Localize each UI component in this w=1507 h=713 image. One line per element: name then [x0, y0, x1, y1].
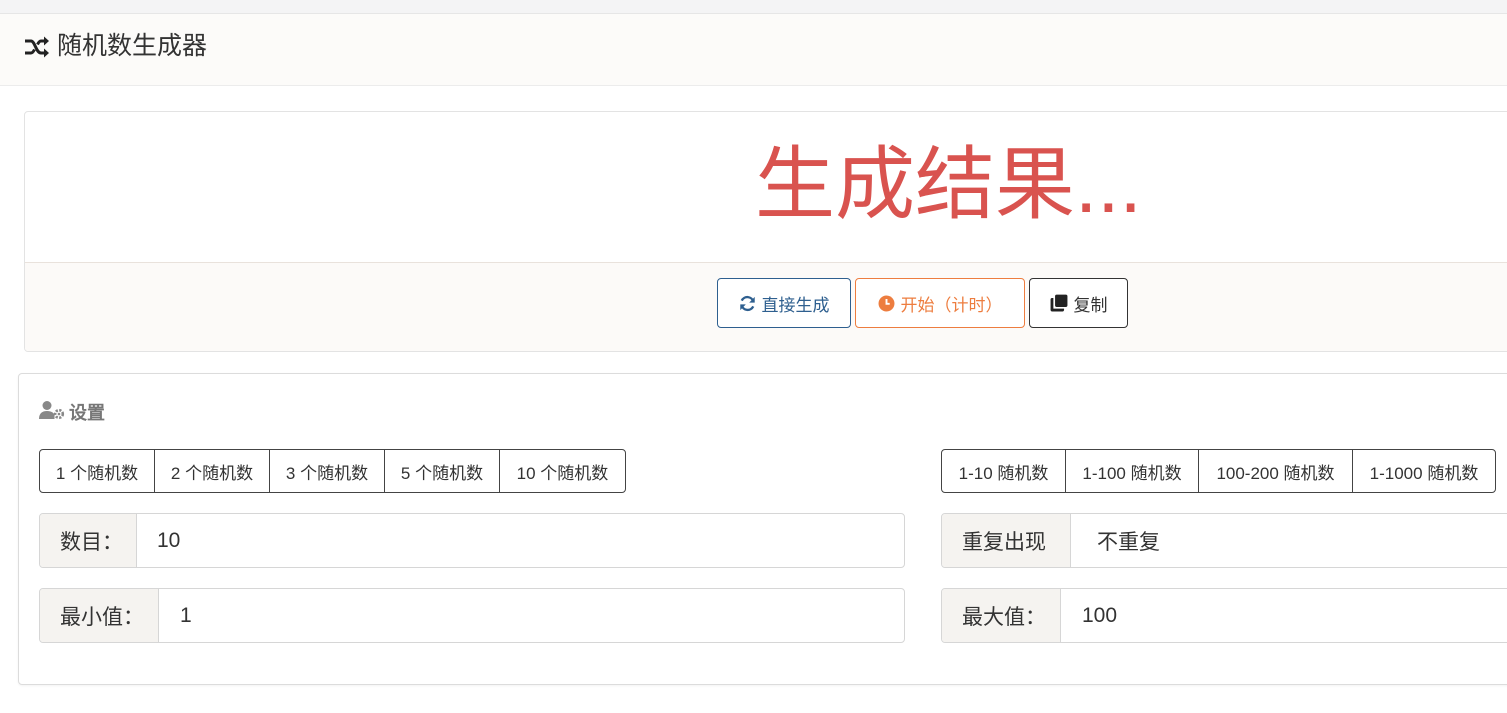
action-bar: 直接生成 开始（计时） 复制	[25, 262, 1507, 351]
range-preset-group: 1-10 随机数 1-100 随机数 100-200 随机数 1-1000 随机…	[941, 449, 1496, 493]
preset-range-1-1000-button[interactable]: 1-1000 随机数	[1352, 449, 1496, 493]
start-timer-button[interactable]: 开始（计时）	[855, 278, 1025, 328]
copy-button[interactable]: 复制	[1029, 278, 1128, 328]
preset-range-100-200-button[interactable]: 100-200 随机数	[1198, 449, 1353, 493]
min-label: 最小值：	[40, 589, 159, 642]
page-title: 随机数生成器	[57, 32, 208, 60]
preset-range-1-100-button[interactable]: 1-100 随机数	[1065, 449, 1199, 493]
preset-range-1-10-button[interactable]: 1-10 随机数	[941, 449, 1066, 493]
refresh-icon	[739, 295, 756, 312]
preset-count-5-button[interactable]: 5 个随机数	[384, 449, 500, 493]
generate-button-label: 直接生成	[761, 295, 830, 315]
count-input[interactable]: 10	[157, 514, 180, 567]
preset-count-1-button[interactable]: 1 个随机数	[39, 449, 155, 493]
count-label: 数目：	[40, 514, 137, 567]
repeat-select[interactable]: 不重复	[1097, 514, 1160, 567]
count-preset-group: 1 个随机数 2 个随机数 3 个随机数 5 个随机数 10 个随机数	[39, 449, 626, 493]
settings-title: 设置	[69, 403, 105, 423]
preset-count-3-button[interactable]: 3 个随机数	[269, 449, 385, 493]
count-field: 数目： 10	[39, 513, 905, 568]
clock-icon	[878, 295, 895, 312]
result-card: 生成结果... 直接生成 开始（计时） 复制	[24, 111, 1507, 352]
max-field: 最大值： 100	[941, 588, 1507, 643]
min-field: 最小值： 1	[39, 588, 905, 643]
start-timer-label: 开始（计时）	[900, 295, 1003, 315]
max-label: 最大值：	[942, 589, 1061, 642]
min-input[interactable]: 1	[180, 589, 192, 642]
repeat-field: 重复出现 不重复	[941, 513, 1507, 568]
result-text: 生成结果...	[755, 140, 1142, 229]
preset-count-2-button[interactable]: 2 个随机数	[154, 449, 270, 493]
browser-top-strip	[0, 0, 1507, 14]
settings-card: 设置 1 个随机数 2 个随机数 3 个随机数 5 个随机数 10 个随机数 1…	[18, 373, 1507, 685]
preset-count-10-button[interactable]: 10 个随机数	[499, 449, 626, 493]
settings-heading: 设置	[39, 399, 105, 425]
max-input[interactable]: 100	[1082, 589, 1117, 642]
result-area: 生成结果...	[25, 112, 1507, 262]
repeat-label: 重复出现	[942, 514, 1071, 567]
user-settings-icon	[39, 400, 65, 425]
shuffle-icon	[23, 34, 49, 60]
copy-icon	[1050, 294, 1068, 312]
generate-button[interactable]: 直接生成	[717, 278, 851, 328]
copy-button-label: 复制	[1073, 295, 1108, 315]
page-header: 随机数生成器	[0, 14, 1507, 86]
